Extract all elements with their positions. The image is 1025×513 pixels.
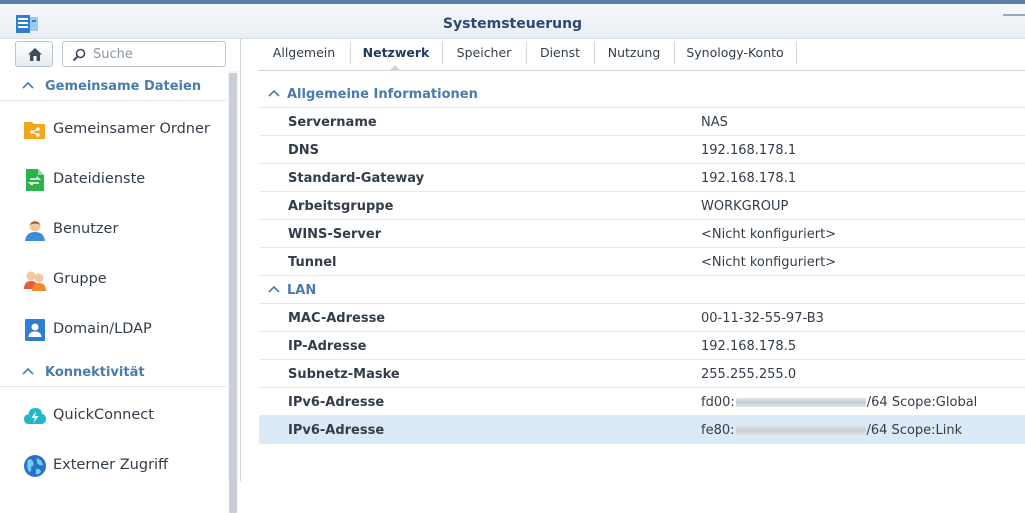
redacted-address-blur — [735, 426, 866, 435]
sidebar-section-connectivity[interactable]: Konnektivität — [0, 357, 226, 387]
tab-speicher[interactable]: Speicher — [442, 39, 526, 67]
sidebar-item-label: QuickConnect — [53, 407, 154, 423]
sidebar-item-label: Domain/LDAP — [53, 321, 152, 337]
sidebar-section-shared-files[interactable]: Gemeinsame Dateien — [0, 71, 226, 101]
chevron-up-icon — [268, 285, 280, 293]
section-title: Allgemeine Informationen — [287, 87, 478, 102]
row-key: Tunnel — [288, 255, 337, 270]
chevron-up-icon — [22, 81, 34, 89]
sidebar-section-label: Gemeinsame Dateien — [45, 79, 202, 94]
sidebar-item-users[interactable]: Benutzer — [0, 210, 226, 250]
section-title: LAN — [287, 283, 317, 298]
table-row[interactable]: MAC-Adresse 00-11-32-55-97-B3 — [259, 304, 1025, 332]
table-row[interactable]: Servername NAS — [259, 108, 1025, 136]
row-value: 00-11-32-55-97-B3 — [701, 311, 824, 326]
row-key: Subnetz-Maske — [288, 367, 400, 382]
title-bar[interactable]: Systemsteuerung — [0, 4, 1025, 39]
row-key: IP-Adresse — [288, 339, 367, 354]
row-key: Standard-Gateway — [288, 171, 425, 186]
row-value: NAS — [701, 115, 728, 130]
table-row[interactable]: DNS 192.168.178.1 — [259, 136, 1025, 164]
tab-netzwerk[interactable]: Netzwerk — [350, 39, 442, 67]
globe-icon — [24, 455, 46, 477]
shared-folder-icon — [24, 122, 45, 139]
tab-synology-konto[interactable]: Synology-Konto — [674, 39, 796, 67]
sidebar-item-label: Benutzer — [53, 221, 119, 237]
home-button[interactable] — [15, 41, 53, 67]
table-row[interactable]: WINS-Server <Nicht konfiguriert> — [259, 220, 1025, 248]
row-key: Arbeitsgruppe — [288, 199, 394, 214]
tab-allgemein[interactable]: Allgemein — [258, 39, 350, 67]
sidebar-item-label: Gemeinsamer Ordner — [53, 121, 210, 137]
table-row[interactable]: Subnetz-Maske 255.255.255.0 — [259, 360, 1025, 388]
table-row[interactable]: Arbeitsgruppe WORKGROUP — [259, 192, 1025, 220]
row-value: fe80: /64 Scope:Link — [701, 423, 962, 438]
row-value: WORKGROUP — [701, 199, 789, 214]
domain-ldap-icon — [25, 319, 45, 341]
table-row[interactable]: Tunnel <Nicht konfiguriert> — [259, 248, 1025, 276]
sidebar-item-label: Dateidienste — [53, 171, 146, 187]
sidebar-item-domain-ldap[interactable]: Domain/LDAP — [0, 310, 226, 350]
sidebar-item-external-access[interactable]: Externer Zugriff — [0, 446, 226, 486]
tab-separator — [796, 42, 797, 64]
sidebar-item-quickconnect[interactable]: QuickConnect — [0, 396, 226, 436]
row-key: Servername — [288, 115, 377, 130]
sidebar-item-label: Gruppe — [53, 271, 107, 287]
row-key: MAC-Adresse — [288, 311, 386, 326]
file-services-icon — [26, 169, 44, 191]
sidebar-item-file-services[interactable]: Dateidienste — [0, 160, 226, 200]
ipv6-suffix: /64 Scope:Global — [866, 395, 978, 410]
tab-dienst[interactable]: Dienst — [526, 39, 594, 67]
chevron-up-icon — [22, 367, 34, 375]
group-icon — [24, 271, 46, 291]
window-title: Systemsteuerung — [442, 16, 583, 32]
row-value: fd00: /64 Scope:Global — [701, 395, 977, 410]
active-tab-indicator — [390, 65, 400, 70]
row-value: 255.255.255.0 — [701, 367, 797, 382]
sidebar: Gemeinsame Dateien Gemeinsamer Ordner Da… — [0, 39, 241, 513]
ipv6-suffix: /64 Scope:Link — [866, 423, 963, 438]
minimize-icon[interactable] — [1003, 14, 1025, 16]
table-row[interactable]: IPv6-Adresse fd00: /64 Scope:Global — [259, 388, 1025, 416]
sidebar-item-shared-folder[interactable]: Gemeinsamer Ordner — [0, 110, 226, 150]
tab-nutzung[interactable]: Nutzung — [594, 39, 674, 67]
row-key: DNS — [288, 143, 320, 158]
ipv6-prefix: fd00: — [701, 395, 735, 410]
row-key: IPv6-Adresse — [288, 423, 385, 438]
ipv6-prefix: fe80: — [701, 423, 735, 438]
section-header-lan[interactable]: LAN — [259, 276, 1025, 304]
user-icon — [25, 220, 45, 241]
search-box[interactable] — [62, 41, 226, 67]
search-icon — [72, 48, 86, 62]
sidebar-item-group[interactable]: Gruppe — [0, 260, 226, 300]
sidebar-section-label: Konnektivität — [45, 365, 145, 380]
table-row-selected[interactable]: IPv6-Adresse fe80: /64 Scope:Link — [259, 416, 1025, 444]
section-header-general-info[interactable]: Allgemeine Informationen — [259, 80, 1025, 108]
search-input[interactable] — [93, 45, 218, 63]
row-value: 192.168.178.5 — [701, 339, 797, 354]
table-row[interactable]: Standard-Gateway 192.168.178.1 — [259, 164, 1025, 192]
row-key: WINS-Server — [288, 227, 382, 242]
sidebar-item-label: Externer Zugriff — [53, 457, 169, 473]
home-icon — [28, 48, 42, 61]
sidebar-scrollbar-thumb[interactable] — [229, 73, 237, 513]
row-key: IPv6-Adresse — [288, 395, 385, 410]
quickconnect-icon — [24, 408, 46, 424]
row-value: 192.168.178.1 — [701, 171, 797, 186]
row-value: 192.168.178.1 — [701, 143, 797, 158]
redacted-address-blur — [735, 398, 866, 407]
chevron-up-icon — [268, 89, 280, 97]
row-value: <Nicht konfiguriert> — [701, 255, 837, 270]
tab-bar: Allgemein Netzwerk Speicher Dienst Nutzu… — [258, 39, 1025, 71]
table-row[interactable]: IP-Adresse 192.168.178.5 — [259, 332, 1025, 360]
row-value: <Nicht konfiguriert> — [701, 227, 837, 242]
